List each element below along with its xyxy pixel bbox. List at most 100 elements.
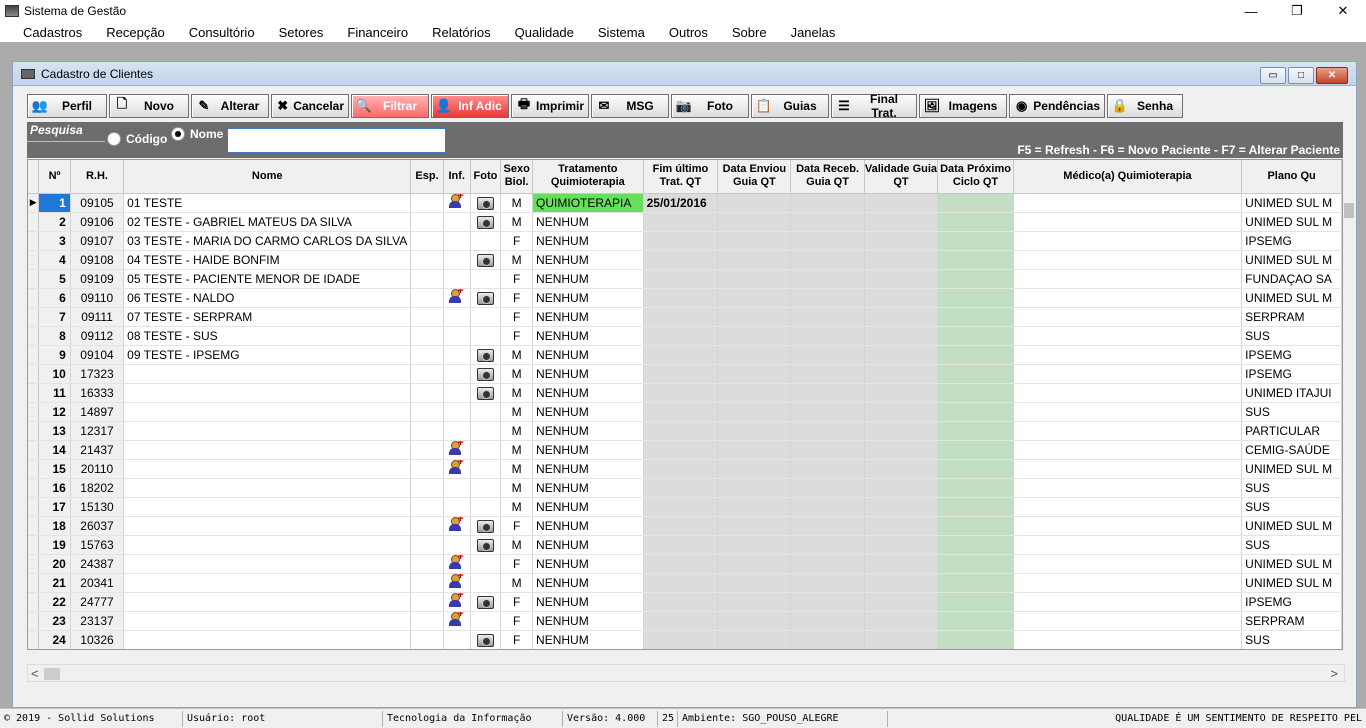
cell-foto[interactable]	[470, 212, 502, 232]
cell-sexo[interactable]: F	[500, 516, 534, 536]
cell-plano[interactable]: IPSEMG	[1241, 345, 1342, 365]
cell-medico[interactable]	[1013, 193, 1243, 213]
cell-foto[interactable]	[470, 364, 502, 384]
child-close-button[interactable]: ✕	[1316, 67, 1348, 84]
cell-foto[interactable]	[470, 611, 502, 631]
cell-sexo[interactable]: M	[500, 440, 534, 460]
cell-data-enviou[interactable]	[717, 307, 792, 327]
cell-esp[interactable]	[410, 193, 444, 213]
cell-data-receb[interactable]	[790, 212, 865, 232]
cell-rh[interactable]: 26037	[70, 516, 125, 536]
cell-validade[interactable]	[864, 630, 939, 649]
child-maximize-button[interactable]: □	[1288, 67, 1314, 84]
cell-data-enviou[interactable]	[717, 288, 792, 308]
menu-consultorio[interactable]: Consultório	[181, 25, 263, 40]
cell-nome[interactable]: 09 TESTE - IPSEMG	[123, 345, 412, 365]
cell-esp[interactable]	[410, 383, 444, 403]
table-row[interactable]: 9 09104 09 TESTE - IPSEMG M NENHUM IPSEMG	[28, 345, 1342, 365]
table-row[interactable]: 1520110 MNENHUM UNIMED SUL M	[28, 459, 1342, 479]
table-row[interactable]: 2323137 FNENHUM SERPRAM	[28, 611, 1342, 631]
cell-sexo[interactable]: F	[500, 592, 534, 612]
cell-sexo[interactable]: M	[500, 250, 534, 270]
cell-rh[interactable]: 15130	[70, 497, 125, 517]
cell-medico[interactable]	[1013, 554, 1243, 574]
cell-data-enviou[interactable]	[717, 364, 792, 384]
row-number[interactable]: 8	[38, 326, 71, 346]
close-button[interactable]: ✕	[1320, 0, 1366, 22]
cell-foto[interactable]	[470, 516, 502, 536]
cell-fim-trat[interactable]	[643, 516, 719, 536]
cell-tratamento[interactable]: NENHUM	[532, 269, 644, 289]
cell-tratamento[interactable]: NENHUM	[532, 421, 644, 441]
cell-tratamento[interactable]: NENHUM	[532, 383, 644, 403]
table-row[interactable]: 12 14897 M NENHUM SUS	[28, 402, 1342, 422]
cell-proximo-ciclo[interactable]	[937, 269, 1014, 289]
cell-fim-trat[interactable]	[643, 611, 719, 631]
menu-janelas[interactable]: Janelas	[783, 25, 844, 40]
cell-tratamento[interactable]: NENHUM	[532, 630, 644, 649]
cell-nome[interactable]	[123, 535, 412, 555]
cell-validade[interactable]	[864, 440, 939, 460]
cell-data-receb[interactable]	[790, 421, 865, 441]
cell-tratamento[interactable]: NENHUM	[532, 307, 644, 327]
imprimir-button[interactable]: 🖶 Imprimir	[511, 94, 589, 118]
cell-rh[interactable]: 16333	[70, 383, 125, 403]
menu-relatorios[interactable]: Relatórios	[424, 25, 499, 40]
cell-sexo[interactable]: F	[500, 307, 534, 327]
cell-nome[interactable]	[123, 421, 412, 441]
cell-medico[interactable]	[1013, 364, 1243, 384]
cell-esp[interactable]	[410, 478, 444, 498]
row-number[interactable]: 6	[38, 288, 71, 308]
cell-rh[interactable]: 23137	[70, 611, 125, 631]
cell-nome[interactable]	[123, 573, 412, 593]
cell-nome[interactable]	[123, 440, 412, 460]
cell-proximo-ciclo[interactable]	[937, 212, 1014, 232]
cell-medico[interactable]	[1013, 592, 1243, 612]
cell-nome[interactable]	[123, 592, 412, 612]
cell-data-receb[interactable]	[790, 516, 865, 536]
cell-tratamento[interactable]: NENHUM	[532, 535, 644, 555]
cell-plano[interactable]: UNIMED SUL M	[1241, 250, 1342, 270]
cell-validade[interactable]	[864, 383, 939, 403]
cell-sexo[interactable]: M	[500, 459, 534, 479]
cell-sexo[interactable]: M	[500, 383, 534, 403]
clients-grid[interactable]: Nº R.H. Nome Esp. Inf. Foto Sexo Biol. Tratamen…	[27, 159, 1343, 650]
cell-inf[interactable]	[443, 611, 471, 631]
cell-medico[interactable]	[1013, 288, 1243, 308]
cell-data-receb[interactable]	[790, 497, 865, 517]
cell-validade[interactable]	[864, 193, 939, 213]
cell-data-receb[interactable]	[790, 630, 865, 649]
cell-nome[interactable]	[123, 611, 412, 631]
cell-esp[interactable]	[410, 459, 444, 479]
minimize-button[interactable]: —	[1228, 0, 1274, 22]
cell-data-receb[interactable]	[790, 440, 865, 460]
table-row[interactable]: 13 12317 M NENHUM PARTICULAR	[28, 421, 1342, 441]
cell-sexo[interactable]: F	[500, 611, 534, 631]
cell-nome[interactable]: 03 TESTE - MARIA DO CARMO CARLOS DA SILV…	[123, 231, 412, 251]
cell-data-enviou[interactable]	[717, 440, 792, 460]
cell-sexo[interactable]: M	[500, 364, 534, 384]
cell-data-receb[interactable]	[790, 554, 865, 574]
table-row[interactable]: 7 09111 07 TESTE - SERPRAM F NENHUM SERPRAM	[28, 307, 1342, 327]
cell-nome[interactable]	[123, 402, 412, 422]
cell-plano[interactable]: SUS	[1241, 497, 1342, 517]
cell-tratamento[interactable]: NENHUM	[532, 212, 644, 232]
cell-nome[interactable]: 01 TESTE	[123, 193, 412, 213]
cell-data-enviou[interactable]	[717, 592, 792, 612]
perfil-button[interactable]: 👥 Perfil	[27, 94, 107, 118]
cell-inf[interactable]	[443, 592, 471, 612]
cell-foto[interactable]	[470, 592, 502, 612]
cell-inf[interactable]	[443, 212, 471, 232]
row-number[interactable]: 13	[38, 421, 71, 441]
cell-proximo-ciclo[interactable]	[937, 554, 1014, 574]
cell-medico[interactable]	[1013, 250, 1243, 270]
menu-recepcao[interactable]: Recepção	[98, 25, 173, 40]
cell-tratamento[interactable]: NENHUM	[532, 345, 644, 365]
cell-proximo-ciclo[interactable]	[937, 440, 1014, 460]
cell-fim-trat[interactable]	[643, 250, 719, 270]
row-number[interactable]: 11	[38, 383, 71, 403]
cell-esp[interactable]	[410, 497, 444, 517]
column-header[interactable]: Nº	[38, 160, 71, 194]
cell-plano[interactable]: UNIMED SUL M	[1241, 573, 1342, 593]
cell-inf[interactable]	[443, 402, 471, 422]
